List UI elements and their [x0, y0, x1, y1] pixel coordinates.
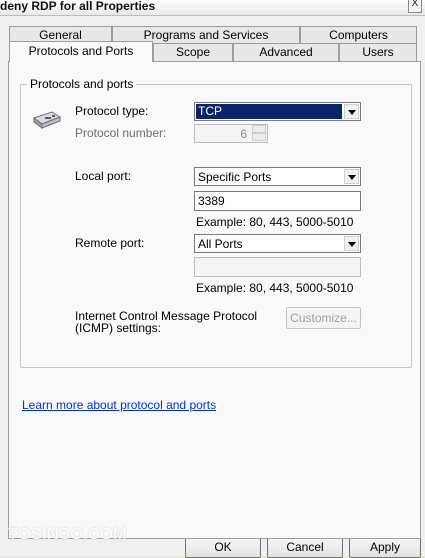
tab-advanced[interactable]: Advanced [233, 43, 339, 61]
close-button[interactable]: X [408, 0, 422, 13]
title-bar: deny RDP for all Properties X [0, 0, 425, 16]
close-icon: X [411, 0, 419, 9]
tab-label: Programs and Services [143, 28, 269, 42]
remote-port-select-value: All Ports [198, 237, 243, 251]
tab-panel-protocols-and-ports: Protocols and ports Protocol type: TCP P… [8, 61, 421, 539]
group-legend: Protocols and ports [27, 77, 137, 91]
chevron-down-icon [344, 104, 359, 119]
customize-button-label: Customize... [290, 311, 357, 325]
tab-scope[interactable]: Scope [153, 43, 233, 61]
watermark-text: TOSINSO.COM [8, 526, 127, 543]
tab-label: Advanced [259, 45, 313, 59]
chevron-down-icon [344, 169, 359, 184]
protocol-type-dropdown[interactable]: TCP [194, 102, 361, 121]
tab-protocols-and-ports[interactable]: Protocols and Ports [9, 41, 153, 62]
local-port-select-value: Specific Ports [198, 170, 272, 184]
apply-button[interactable]: Apply [349, 536, 421, 558]
tab-label: Scope [175, 45, 211, 59]
remote-port-dropdown[interactable]: All Ports [194, 234, 361, 253]
learn-more-link[interactable]: Learn more about protocol and ports [22, 398, 216, 412]
remote-port-example: Example: 80, 443, 5000-5010 [196, 281, 354, 295]
protocol-number-label: Protocol number: [75, 126, 167, 140]
protocol-number-value: 6 [240, 127, 247, 141]
tab-label: Protocols and Ports [28, 44, 134, 58]
protocol-type-value: TCP [196, 104, 342, 119]
cancel-button[interactable]: Cancel [267, 536, 343, 558]
local-port-dropdown[interactable]: Specific Ports [194, 167, 361, 186]
protocol-number-spinner[interactable]: 6 [194, 124, 268, 143]
protocols-and-ports-group: Protocols and ports Protocol type: TCP P… [20, 77, 412, 368]
protocol-type-label: Protocol type: [75, 104, 149, 118]
window-title: deny RDP for all Properties [0, 0, 156, 13]
tab-label: Users [362, 45, 394, 59]
properties-dialog: General Programs and Services Computers … [0, 16, 425, 558]
remote-port-label: Remote port: [75, 236, 145, 250]
remote-port-input[interactable] [194, 257, 361, 277]
local-port-input-value: 3389 [198, 194, 225, 208]
tab-computers[interactable]: Computers [300, 26, 417, 44]
local-port-example: Example: 80, 443, 5000-5010 [196, 215, 354, 229]
chevron-down-icon [344, 236, 359, 251]
ok-button-label: OK [214, 540, 232, 554]
local-port-label: Local port: [75, 169, 132, 183]
icmp-label-line2: (ICMP) settings: [75, 321, 162, 335]
apply-button-label: Apply [369, 540, 401, 554]
network-adapter-icon [32, 111, 62, 129]
tab-label: Computers [329, 28, 388, 42]
customize-button[interactable]: Customize... [286, 307, 361, 329]
ok-button[interactable]: OK [185, 536, 261, 558]
spin-down-icon[interactable] [252, 133, 266, 141]
spin-up-icon[interactable] [252, 125, 266, 133]
tab-users[interactable]: Users [339, 43, 417, 61]
local-port-input[interactable]: 3389 [194, 191, 361, 211]
tab-label: General [39, 28, 82, 42]
cancel-button-label: Cancel [286, 540, 324, 554]
